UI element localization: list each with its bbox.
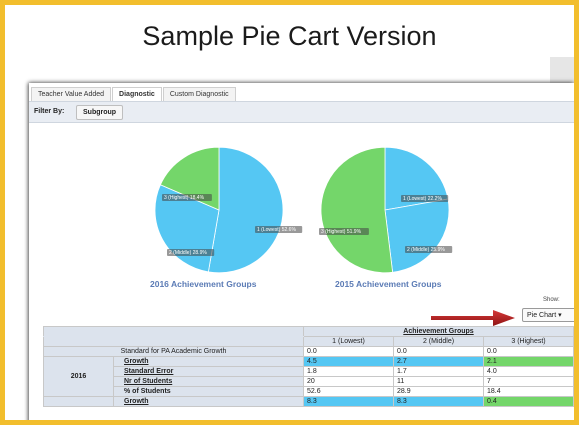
tab-custom-diagnostic[interactable]: Custom Diagnostic	[162, 87, 236, 101]
table-row: 1 (Lowest) 2 (Middle) 3 (Highest)	[43, 336, 574, 347]
table-cell: 52.6	[303, 386, 394, 397]
table-cell: 1.7	[393, 366, 484, 377]
table-row: Growth 8.3 8.3 0.4	[43, 396, 574, 407]
show-select[interactable]: Pie Chart ▾	[522, 308, 574, 322]
slice-label: 2 (Middle) 25.9%	[407, 247, 445, 253]
achievement-groups-header: Achievement Groups	[303, 326, 574, 337]
app-screenshot: Teacher Value Added Diagnostic Custom Di…	[29, 83, 574, 420]
standard-row-label: Standard for PA Academic Growth	[43, 346, 304, 357]
table-cell: 28.9	[393, 386, 484, 397]
chart-title-2016: 2016 Achievement Groups	[150, 279, 257, 289]
slice-label: 3 (Highest) 51.9%	[321, 229, 362, 235]
pie-slice[interactable]	[207, 146, 284, 274]
slice-label: 1 (Lowest) 22.2%	[403, 196, 442, 202]
year-label-next	[43, 396, 114, 407]
table-row: Achievement Groups	[43, 326, 574, 337]
table-row: Standard Error 1.8 1.7 4.0	[44, 366, 574, 377]
table-cell: 2.7	[393, 356, 484, 367]
table-cell: 1.8	[303, 366, 394, 377]
pie-slice[interactable]	[320, 146, 394, 274]
slide-title: Sample Pie Cart Version	[142, 21, 437, 51]
table-cell: 8.3	[393, 396, 484, 407]
table-cell: 2.1	[483, 356, 574, 367]
table-corner	[43, 336, 304, 347]
show-label: Show:	[543, 297, 560, 303]
row-label-growth[interactable]: Growth	[113, 356, 304, 367]
table-cell: 7	[483, 376, 574, 387]
pie-slice[interactable]	[384, 198, 450, 273]
table-cell: 18.4	[483, 386, 574, 397]
slice-label: 3 (Highest) 18.4%	[164, 195, 205, 201]
table-cell: 0.4	[483, 396, 574, 407]
tab-bar: Teacher Value Added Diagnostic Custom Di…	[31, 87, 237, 101]
table-cell: 11	[393, 376, 484, 387]
filter-label: Filter By:	[34, 108, 65, 115]
slice-label: 1 (Lowest) 52.6%	[257, 227, 296, 233]
row-label-standard-error[interactable]: Standard Error	[113, 366, 304, 377]
red-arrow-icon	[431, 310, 515, 326]
pie-chart-2015[interactable]: 1 (Lowest) 22.2% 2 (Middle) 25.9% 3 (Highe…	[319, 146, 453, 274]
filter-bar: Filter By: Subgroup	[29, 101, 574, 123]
row-label-percent-of-students: % of Students	[113, 386, 304, 397]
chart-title-2015: 2015 Achievement Groups	[335, 279, 442, 289]
table-row: Nr of Students 20 11 7	[44, 376, 574, 387]
pie-chart-2016[interactable]: 1 (Lowest) 52.6% 2 (Middle) 28.9% 3 (Highe…	[154, 146, 303, 274]
slice-label: 2 (Middle) 28.9%	[169, 250, 207, 256]
column-header-highest: 3 (Highest)	[483, 336, 574, 347]
row-label-nr-of-students[interactable]: Nr of Students	[113, 376, 304, 387]
table-row: % of Students 52.6 28.9 18.4	[44, 386, 574, 397]
year-label: 2016	[43, 356, 114, 397]
table-corner	[43, 326, 304, 337]
table-row: 2016 Growth 4.5 2.7 2.1	[43, 356, 574, 397]
column-header-lowest: 1 (Lowest)	[303, 336, 394, 347]
subgroup-button[interactable]: Subgroup	[76, 105, 124, 120]
table-cell: 0.0	[393, 346, 484, 357]
table-cell: 8.3	[303, 396, 394, 407]
table-cell: 0.0	[483, 346, 574, 357]
table-row: Standard for PA Academic Growth 0.0 0.0 …	[43, 346, 574, 357]
row-label-growth-next[interactable]: Growth	[113, 396, 304, 407]
table-cell: 0.0	[303, 346, 394, 357]
pie-charts: 1 (Lowest) 52.6% 2 (Middle) 28.9% 3 (Highe…	[154, 146, 453, 274]
table-cell: 20	[303, 376, 394, 387]
tab-diagnostic[interactable]: Diagnostic	[112, 87, 162, 101]
achievement-table: Achievement Groups 1 (Lowest) 2 (Middle)…	[43, 326, 574, 407]
column-header-middle: 2 (Middle)	[393, 336, 484, 347]
table-cell: 4.5	[303, 356, 394, 367]
tab-teacher-value-added[interactable]: Teacher Value Added	[31, 87, 112, 101]
slide-frame: Sample Pie Cart Version Teacher Value Ad…	[0, 0, 579, 425]
table-cell: 4.0	[483, 366, 574, 377]
